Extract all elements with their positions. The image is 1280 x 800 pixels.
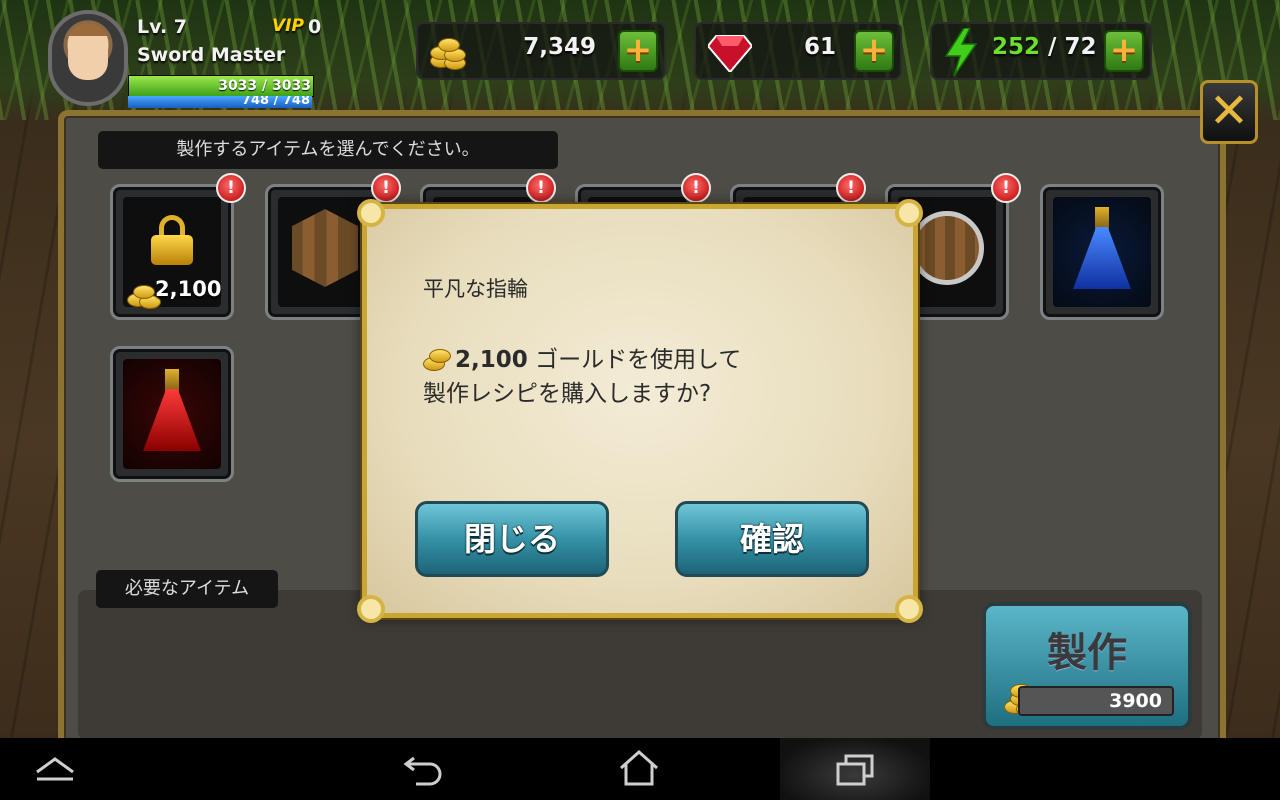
craft-cost: 3900 [1018, 686, 1174, 716]
dialog-price: 2,100 [455, 347, 528, 373]
close-panel-button[interactable]: ✕ [1200, 80, 1258, 144]
item-slot-lock-ring[interactable]: 2,100 [110, 184, 234, 320]
panel-header: 製作するアイテムを選んでください。 [98, 131, 558, 169]
dialog-item-name: 平凡な指輪 [423, 277, 528, 301]
add-gems-button[interactable]: + [854, 30, 894, 72]
red-potion-icon [143, 369, 201, 451]
add-energy-button[interactable]: + [1104, 30, 1144, 72]
gold-counter: 7,349 + [416, 22, 666, 80]
gem-amount: 61 [803, 34, 836, 60]
gold-amount: 7,349 [523, 34, 596, 60]
dialog-message-line2: 製作レシピを購入しますか? [423, 381, 712, 407]
android-navigation-bar [0, 738, 1280, 800]
dialog-message: 2,100 ゴールドを使用して 製作レシピを購入しますか? [423, 343, 741, 411]
vip-label: VIP [272, 16, 304, 36]
alert-icon: ! [371, 173, 401, 203]
purchase-recipe-dialog: 平凡な指輪 2,100 ゴールドを使用して 製作レシピを購入しますか? 閉じる … [357, 199, 923, 623]
gem-counter: 61 + [694, 22, 902, 80]
energy-amount: 252 / 72 [992, 34, 1096, 60]
energy-counter: 252 / 72 + [930, 22, 1152, 80]
craft-button-label: 製作 [1047, 630, 1127, 676]
alert-icon: ! [836, 173, 866, 203]
craft-button[interactable]: 製作 3900 [982, 602, 1192, 730]
alert-icon: ! [681, 173, 711, 203]
required-items-label: 必要なアイテム [96, 570, 278, 608]
dialog-corner-ornament [895, 199, 923, 227]
back-icon[interactable] [402, 752, 444, 786]
home-icon[interactable] [618, 748, 660, 788]
blue-potion-icon [1073, 207, 1131, 289]
ruby-icon [708, 35, 752, 72]
alert-icon: ! [216, 173, 246, 203]
gold-coins-icon [428, 32, 466, 70]
recent-apps-icon[interactable] [834, 752, 876, 788]
alert-icon: ! [991, 173, 1021, 203]
add-gold-button[interactable]: + [618, 30, 658, 72]
hp-text: 3033 / 3033 [218, 78, 311, 94]
chevron-up-icon[interactable] [34, 754, 76, 784]
player-class: Sword Master [137, 44, 286, 66]
lightning-icon [944, 28, 978, 76]
mp-text: 748 / 748 [241, 96, 310, 108]
item-price: 2,100 [155, 277, 222, 301]
mp-bar: 748 / 748 [128, 96, 312, 108]
item-slot-red-potion[interactable] [110, 346, 234, 482]
hp-bar: 3033 / 3033 [128, 75, 314, 97]
dialog-confirm-button[interactable]: 確認 [675, 501, 869, 577]
round-shield-icon [910, 211, 984, 285]
alert-icon: ! [526, 173, 556, 203]
gold-coins-icon [423, 345, 451, 371]
dialog-corner-ornament [357, 595, 385, 623]
player-avatar[interactable] [48, 10, 128, 106]
energy-current: 252 [992, 34, 1041, 60]
energy-separator: / [1040, 34, 1065, 60]
player-level: Lv. 7 [137, 16, 187, 38]
vip-level: 0 [308, 16, 322, 38]
energy-max: 72 [1064, 34, 1097, 60]
dialog-corner-ornament [895, 595, 923, 623]
dialog-close-button[interactable]: 閉じる [415, 501, 609, 577]
item-slot-blue-potion[interactable] [1040, 184, 1164, 320]
dialog-message-line1: ゴールドを使用して [527, 347, 742, 373]
lock-icon [151, 215, 193, 265]
dialog-corner-ornament [357, 199, 385, 227]
